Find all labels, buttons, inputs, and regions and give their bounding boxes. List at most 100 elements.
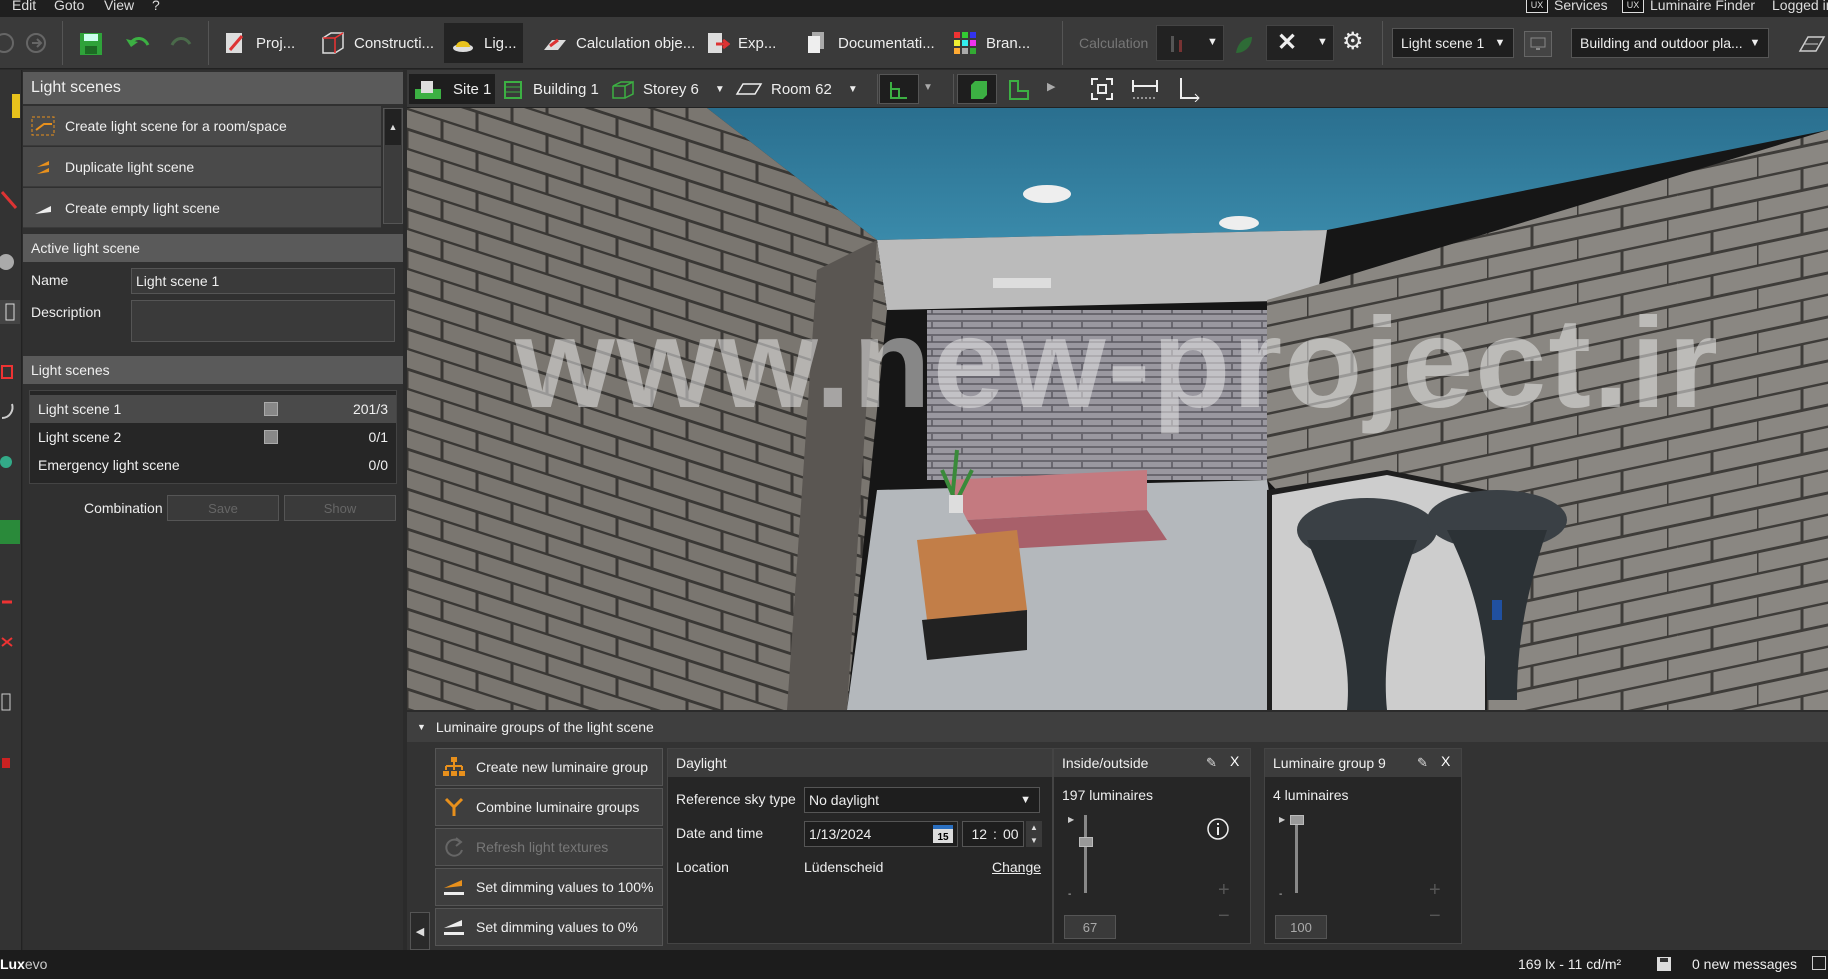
wall-tool-icon[interactable] [0, 300, 20, 324]
scene-row[interactable]: Light scene 2 0/1 [30, 423, 396, 451]
plus-icon[interactable]: + [1429, 879, 1441, 902]
3d-viewport[interactable]: www.new-project.ir [407, 70, 1828, 710]
red-arrow-tool-icon[interactable] [0, 630, 20, 654]
combine-luminaire-groups-button[interactable]: Combine luminaire groups [435, 788, 663, 826]
tab-calculation-objects[interactable]: Calculation obje... [536, 23, 701, 63]
calculation-label[interactable]: Calculation [1079, 35, 1148, 51]
luminaire-finder-button[interactable]: UX Luminaire Finder [1622, 0, 1755, 13]
tab-light[interactable]: Lig... [444, 23, 523, 63]
save-icon[interactable] [78, 31, 104, 57]
minus-icon[interactable]: − [1429, 905, 1441, 928]
menu-edit[interactable]: Edit [12, 0, 36, 13]
floor-plan-view-button[interactable] [879, 74, 919, 104]
chevron-down-icon[interactable]: ▼ [923, 82, 933, 93]
show-combination-button[interactable]: Show [284, 495, 396, 521]
tab-branding[interactable]: Bran... [946, 23, 1036, 63]
name-input[interactable]: Light scene 1 [131, 268, 395, 294]
actions-scrollbar[interactable]: ▲ [383, 108, 403, 224]
collapse-left-icon[interactable]: ◀ [410, 912, 430, 950]
tab-documentation[interactable]: Documentati... [798, 23, 941, 63]
tab-project[interactable]: Proj... [216, 23, 301, 63]
circle-tool-icon[interactable] [0, 250, 20, 274]
set-dimming-100-button[interactable]: Set dimming values to 100% [435, 868, 663, 906]
cancel-calculation-button[interactable]: ✕ ▼ [1266, 25, 1334, 61]
redo-icon[interactable] [168, 33, 196, 55]
chevron-down-icon[interactable]: ▼ [1030, 836, 1038, 845]
scene-row[interactable]: Emergency light scene 0/0 [30, 451, 396, 479]
red-line-tool-icon[interactable] [0, 590, 20, 614]
time-input[interactable]: 12 : 00 [962, 821, 1024, 847]
date-input[interactable]: 1/13/2024 15 [804, 821, 958, 847]
green-dot-tool-icon[interactable] [0, 450, 20, 474]
zoom-extents-icon[interactable] [1089, 76, 1115, 102]
plan-view-select[interactable]: Building and outdoor pla... ▼ [1571, 28, 1769, 58]
dimming-slider[interactable] [1084, 815, 1087, 893]
coordinate-icon[interactable] [1175, 76, 1203, 102]
save-combination-button[interactable]: Save [167, 495, 279, 521]
messages-icon[interactable] [1812, 956, 1826, 970]
measure-icon[interactable] [1131, 76, 1159, 102]
leaf-icon[interactable] [1232, 33, 1256, 57]
curve-tool-icon[interactable] [0, 400, 20, 424]
calculation-start-button[interactable]: ▼ [1156, 25, 1224, 61]
frame-tool-icon[interactable] [0, 690, 20, 714]
edit-icon[interactable]: ✎ [1206, 755, 1217, 771]
scene-row[interactable]: Light scene 1 201/3 [30, 395, 396, 423]
change-location-link[interactable]: Change [992, 859, 1041, 875]
crumb-room[interactable]: Room 62 ▼ [735, 74, 858, 104]
chevron-down-icon[interactable]: ▼ [715, 84, 725, 95]
scene-checkbox[interactable] [264, 402, 278, 416]
chevron-down-icon[interactable]: ▼ [848, 84, 858, 95]
logged-in-label[interactable]: Logged in [1772, 0, 1828, 13]
display-button[interactable] [1524, 31, 1552, 57]
dimming-value-input[interactable]: 100 [1275, 915, 1327, 939]
time-stepper[interactable]: ▲ ▼ [1026, 821, 1042, 847]
save-status-icon[interactable] [1656, 956, 1672, 972]
menu-goto[interactable]: Goto [54, 0, 84, 13]
edit-icon[interactable]: ✎ [1417, 755, 1428, 771]
luminaire-groups-header[interactable]: ▼ Luminaire groups of the light scene [407, 712, 1828, 742]
crumb-storey[interactable]: Storey 6 ▼ [611, 74, 725, 104]
dimming-slider-knob[interactable] [1290, 815, 1304, 825]
dimming-slider[interactable] [1295, 815, 1298, 893]
description-input[interactable] [131, 300, 395, 342]
services-button[interactable]: UX Services [1526, 0, 1608, 13]
crumb-building[interactable]: Building 1 [503, 74, 599, 104]
dimming-slider-knob[interactable] [1079, 837, 1093, 848]
minus-icon[interactable]: − [1218, 905, 1230, 928]
tab-export[interactable]: Exp... [698, 23, 782, 63]
refresh-light-textures-button[interactable]: Refresh light textures [435, 828, 663, 866]
gear-icon[interactable]: ⚙ [1342, 27, 1364, 56]
menu-view[interactable]: View [104, 0, 134, 13]
duplicate-light-scene-button[interactable]: Duplicate light scene [23, 147, 381, 187]
floorplan-icon[interactable] [1796, 33, 1826, 55]
chevron-up-icon[interactable]: ▲ [1030, 823, 1038, 832]
messages-label[interactable]: 0 new messages [1692, 956, 1797, 972]
forward-icon[interactable] [24, 31, 48, 55]
crumb-site[interactable]: Site 1 [409, 74, 496, 104]
chevron-right-icon[interactable]: ▶ [1047, 80, 1055, 93]
green-l-icon[interactable] [1007, 78, 1031, 102]
create-luminaire-group-button[interactable]: Create new luminaire group [435, 748, 663, 786]
tab-construction[interactable]: Constructi... [314, 23, 440, 63]
sky-type-select[interactable]: No daylight ▼ [804, 787, 1040, 813]
red-box-tool-icon[interactable] [0, 750, 20, 774]
set-dimming-0-button[interactable]: Set dimming values to 0% [435, 908, 663, 946]
close-group-button[interactable]: X [1230, 753, 1239, 769]
calendar-icon[interactable]: 15 [933, 825, 953, 843]
create-light-scene-room-button[interactable]: Create light scene for a room/space [23, 106, 381, 146]
scroll-up-icon[interactable]: ▲ [385, 109, 401, 145]
back-icon[interactable] [0, 31, 16, 55]
light-scene-select[interactable]: Light scene 1 ▼ [1392, 28, 1514, 58]
info-icon[interactable] [1206, 817, 1230, 841]
light-tool-icon[interactable] [0, 94, 20, 118]
dimming-value-input[interactable]: 67 [1064, 915, 1116, 939]
3d-view-button[interactable] [957, 74, 997, 104]
close-group-button[interactable]: X [1441, 753, 1450, 769]
red-rect-tool-icon[interactable] [0, 360, 20, 384]
undo-icon[interactable] [124, 33, 152, 55]
red-tool-icon[interactable] [0, 188, 20, 212]
plus-icon[interactable]: + [1218, 879, 1230, 902]
menu-help[interactable]: ? [152, 0, 160, 13]
create-empty-light-scene-button[interactable]: Create empty light scene [23, 188, 381, 228]
